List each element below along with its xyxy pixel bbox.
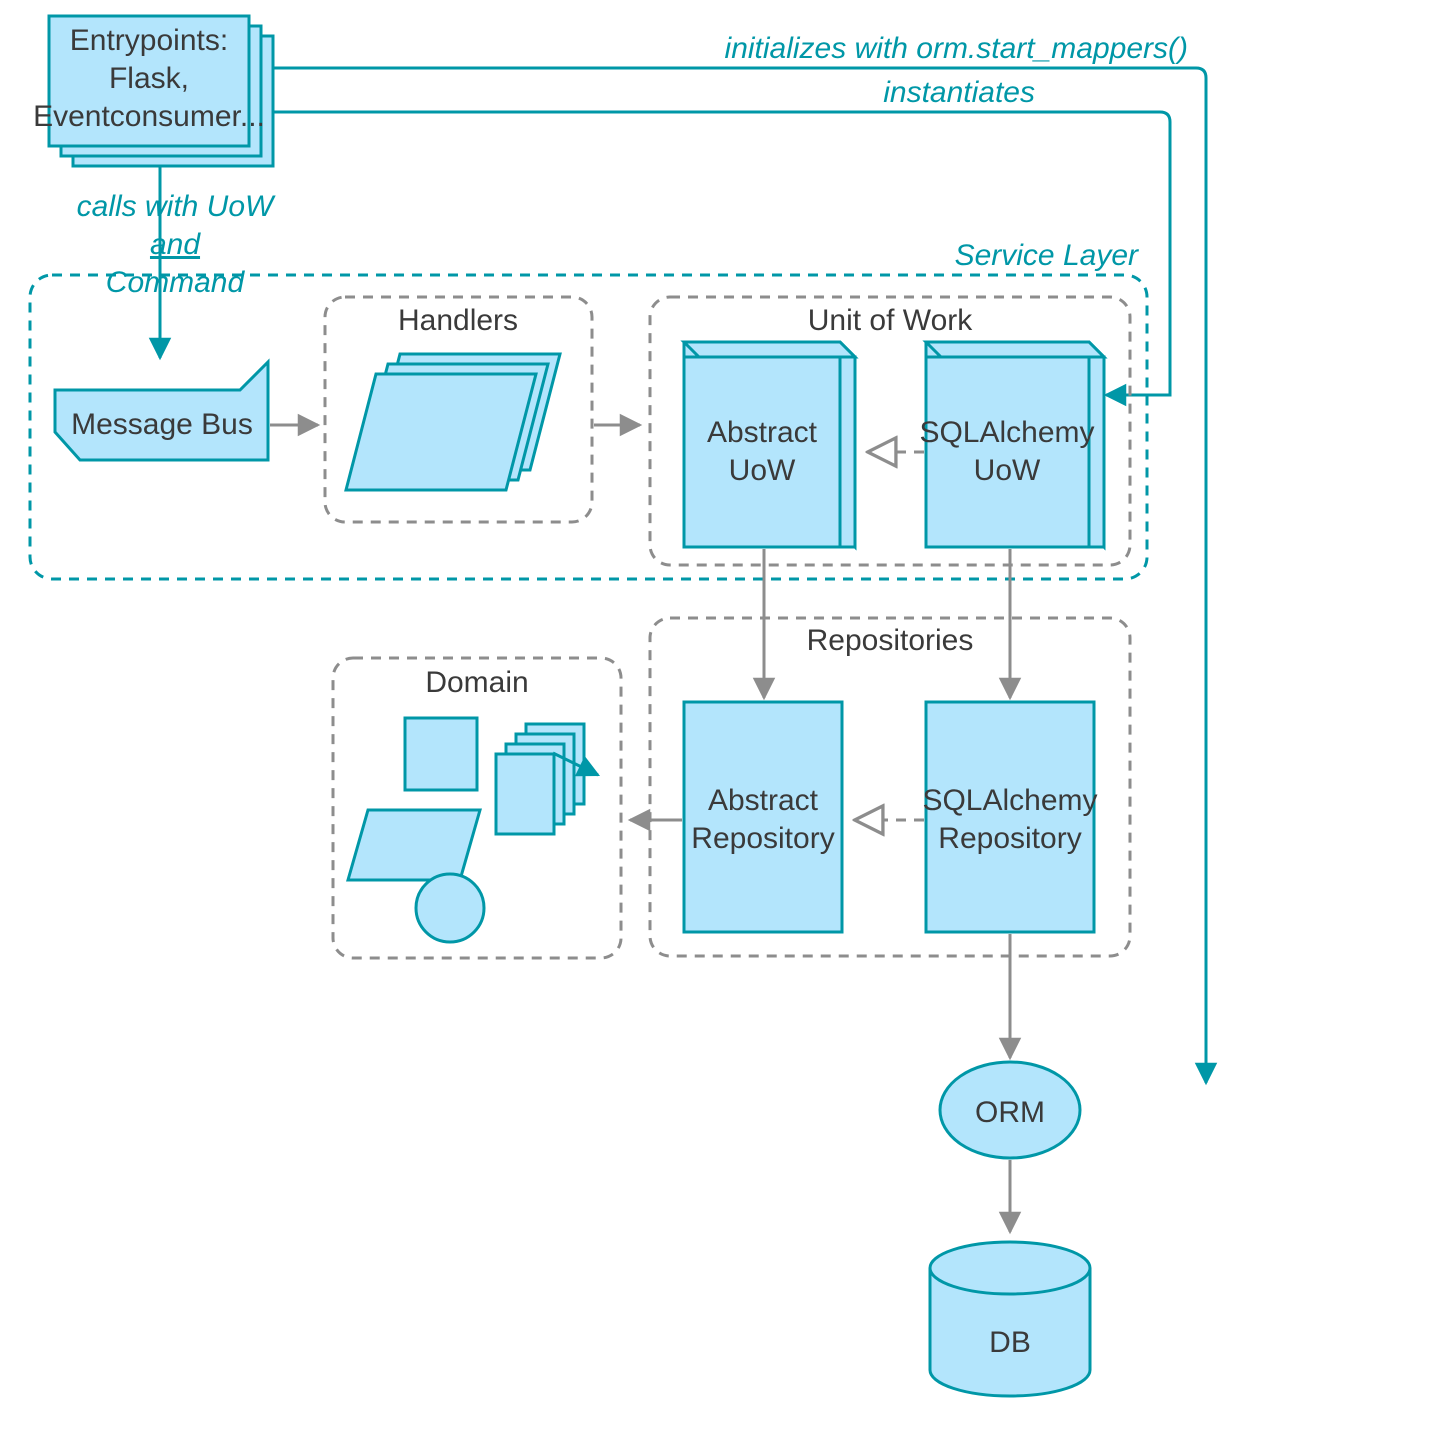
domain-title: Domain — [425, 666, 528, 699]
message-bus-label: Message Bus — [71, 408, 253, 441]
db-label: DB — [989, 1326, 1031, 1359]
edge-init-label: initializes with orm.start_mappers() — [725, 32, 1188, 65]
domain-parallelogram-icon — [348, 810, 480, 880]
abstract-uow-l1: Abstract — [707, 416, 818, 449]
entrypoints-line1: Entrypoints: — [70, 24, 228, 57]
handlers-title: Handlers — [398, 304, 518, 337]
repositories-title: Repositories — [807, 624, 974, 657]
abstract-uow-l2: UoW — [729, 454, 796, 487]
sql-repo-l1: SQLAlchemy — [922, 784, 1097, 817]
uow-title: Unit of Work — [808, 304, 973, 337]
domain-circle-icon — [416, 874, 484, 942]
edge-calls-l3: Command — [106, 266, 246, 299]
entrypoints-node: Entrypoints: Flask, Eventconsumer... — [33, 16, 273, 166]
db-node: DB — [930, 1242, 1090, 1396]
orm-label: ORM — [975, 1096, 1045, 1129]
sql-uow-l1: SQLAlchemy — [919, 416, 1094, 449]
service-layer-title: Service Layer — [955, 239, 1139, 272]
entrypoints-line2: Flask, — [109, 62, 189, 95]
sqlalchemy-uow-node: SQLAlchemy UoW — [919, 342, 1104, 547]
edge-calls-l2: and — [150, 228, 201, 261]
message-bus-node: Message Bus — [55, 362, 268, 460]
edge-calls-l1: calls with UoW — [77, 190, 276, 223]
edge-instantiates-label: instantiates — [883, 76, 1035, 109]
abstract-repo-node: Abstract Repository — [684, 702, 842, 932]
abstract-repo-l2: Repository — [691, 822, 834, 855]
handlers-parallelograms — [346, 354, 560, 490]
sql-repo-node: SQLAlchemy Repository — [922, 702, 1097, 932]
domain-notes-icon — [496, 724, 598, 834]
sql-uow-l2: UoW — [974, 454, 1041, 487]
domain-square-icon — [405, 718, 477, 790]
abstract-uow-node: Abstract UoW — [684, 342, 855, 547]
entrypoints-line3: Eventconsumer... — [33, 100, 265, 133]
abstract-repo-l1: Abstract — [708, 784, 819, 817]
sql-repo-l2: Repository — [938, 822, 1081, 855]
